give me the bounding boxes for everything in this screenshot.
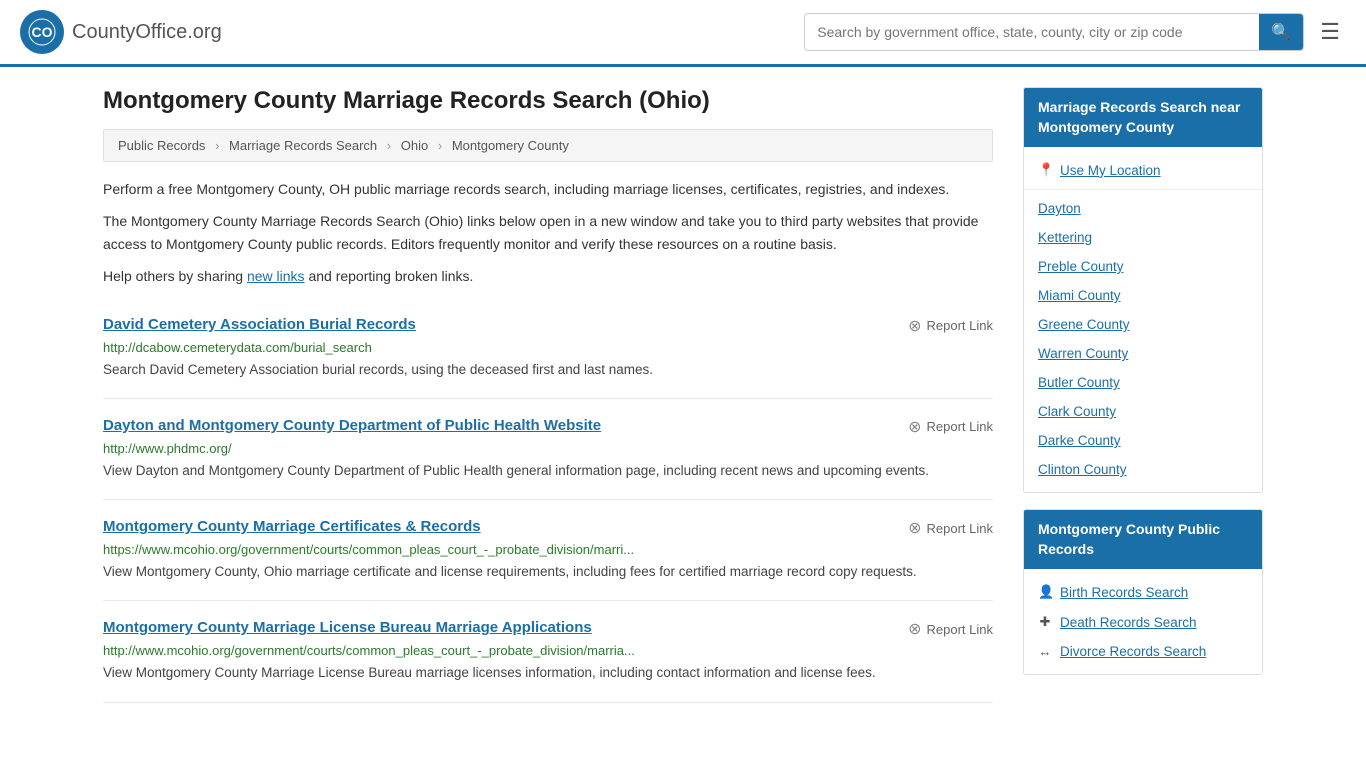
sidebar-item-use-my-location[interactable]: 📍 Use My Location (1024, 155, 1262, 185)
record-title[interactable]: Montgomery County Marriage Certificates … (103, 518, 481, 535)
sidebar-item-label: Birth Records Search (1060, 585, 1188, 600)
intro-paragraph-3: Help others by sharing new links and rep… (103, 265, 993, 287)
report-icon: ⊗ (908, 417, 921, 437)
person-icon: 👤 (1038, 584, 1052, 600)
breadcrumb-public-records[interactable]: Public Records (118, 138, 205, 153)
report-link[interactable]: ⊗ Report Link (908, 518, 993, 538)
record-header: Montgomery County Marriage License Burea… (103, 619, 993, 639)
record-item: David Cemetery Association Burial Record… (103, 298, 993, 399)
record-item: Dayton and Montgomery County Department … (103, 399, 993, 500)
public-records-section-body: 👤 Birth Records Search ✚ Death Records S… (1024, 569, 1262, 674)
record-url[interactable]: https://www.mcohio.org/government/courts… (103, 542, 993, 557)
sidebar-item-butler-county[interactable]: Butler County (1024, 368, 1262, 397)
main-content: Montgomery County Marriage Records Searc… (103, 87, 993, 703)
intro-paragraph-1: Perform a free Montgomery County, OH pub… (103, 178, 993, 200)
records-list: David Cemetery Association Burial Record… (103, 298, 993, 703)
svg-text:CO: CO (32, 24, 53, 40)
record-header: Dayton and Montgomery County Department … (103, 417, 993, 437)
sidebar-item-label: Dayton (1038, 201, 1081, 216)
location-pin-icon: 📍 (1038, 162, 1052, 178)
breadcrumb-marriage-records[interactable]: Marriage Records Search (229, 138, 377, 153)
hamburger-menu-icon[interactable]: ☰ (1314, 13, 1346, 51)
breadcrumb-ohio[interactable]: Ohio (401, 138, 428, 153)
sidebar-item-label: Clinton County (1038, 462, 1127, 477)
breadcrumb-montgomery[interactable]: Montgomery County (452, 138, 569, 153)
sidebar-item-preble-county[interactable]: Preble County (1024, 252, 1262, 281)
record-desc: Search David Cemetery Association burial… (103, 360, 993, 380)
record-desc: View Montgomery County, Ohio marriage ce… (103, 562, 993, 582)
record-url[interactable]: http://dcabow.cemeterydata.com/burial_se… (103, 340, 993, 355)
sidebar-item-label: Death Records Search (1060, 615, 1197, 630)
sidebar-divider (1024, 189, 1262, 190)
sidebar-item-miami-county[interactable]: Miami County (1024, 281, 1262, 310)
header-right: 🔍 ☰ (804, 13, 1346, 51)
record-title[interactable]: Dayton and Montgomery County Department … (103, 417, 601, 434)
arrow-icon: ↔ (1038, 644, 1052, 659)
sidebar-item-label: Greene County (1038, 317, 1130, 332)
sidebar-item-label: Divorce Records Search (1060, 644, 1206, 659)
report-icon: ⊗ (908, 619, 921, 639)
sidebar-item-birth-records[interactable]: 👤 Birth Records Search (1024, 577, 1262, 607)
plus-icon: ✚ (1038, 614, 1052, 630)
sidebar-item-label: Warren County (1038, 346, 1128, 361)
report-icon: ⊗ (908, 518, 921, 538)
record-header: David Cemetery Association Burial Record… (103, 316, 993, 336)
nearby-section: Marriage Records Search near Montgomery … (1023, 87, 1263, 493)
sidebar-item-death-records[interactable]: ✚ Death Records Search (1024, 607, 1262, 637)
sidebar-item-clark-county[interactable]: Clark County (1024, 397, 1262, 426)
report-link[interactable]: ⊗ Report Link (908, 417, 993, 437)
sidebar-item-label: Preble County (1038, 259, 1124, 274)
record-item: Montgomery County Marriage License Burea… (103, 601, 993, 702)
logo[interactable]: CO CountyOffice.org (20, 10, 222, 54)
sidebar-item-kettering[interactable]: Kettering (1024, 223, 1262, 252)
intro-paragraph-2: The Montgomery County Marriage Records S… (103, 210, 993, 255)
record-url[interactable]: http://www.mcohio.org/government/courts/… (103, 643, 993, 658)
record-item: Montgomery County Marriage Certificates … (103, 500, 993, 601)
sidebar-item-label: Clark County (1038, 404, 1116, 419)
sidebar-item-label: Butler County (1038, 375, 1120, 390)
record-url[interactable]: http://www.phdmc.org/ (103, 441, 993, 456)
record-desc: View Montgomery County Marriage License … (103, 663, 993, 683)
page-title: Montgomery County Marriage Records Searc… (103, 87, 993, 115)
main-container: Montgomery County Marriage Records Searc… (83, 67, 1283, 723)
sidebar-item-clinton-county[interactable]: Clinton County (1024, 455, 1262, 484)
public-records-section: Montgomery County Public Records 👤 Birth… (1023, 509, 1263, 675)
record-desc: View Dayton and Montgomery County Depart… (103, 461, 993, 481)
report-link[interactable]: ⊗ Report Link (908, 316, 993, 336)
sidebar-item-label: Darke County (1038, 433, 1121, 448)
nearby-section-body: 📍 Use My Location Dayton Kettering Prebl… (1024, 147, 1262, 492)
sidebar-item-dayton[interactable]: Dayton (1024, 194, 1262, 223)
sidebar-item-label: Kettering (1038, 230, 1092, 245)
search-button[interactable]: 🔍 (1259, 14, 1303, 50)
new-links-link[interactable]: new links (247, 268, 305, 284)
sidebar: Marriage Records Search near Montgomery … (1023, 87, 1263, 703)
site-header: CO CountyOffice.org 🔍 ☰ (0, 0, 1366, 67)
sidebar-item-divorce-records[interactable]: ↔ Divorce Records Search (1024, 637, 1262, 666)
report-link[interactable]: ⊗ Report Link (908, 619, 993, 639)
sidebar-item-warren-county[interactable]: Warren County (1024, 339, 1262, 368)
nearby-section-header: Marriage Records Search near Montgomery … (1024, 88, 1262, 147)
record-title[interactable]: Montgomery County Marriage License Burea… (103, 619, 592, 636)
public-records-section-header: Montgomery County Public Records (1024, 510, 1262, 569)
search-input[interactable] (805, 16, 1259, 48)
logo-icon: CO (20, 10, 64, 54)
sidebar-item-label: Use My Location (1060, 163, 1161, 178)
sidebar-item-darke-county[interactable]: Darke County (1024, 426, 1262, 455)
record-header: Montgomery County Marriage Certificates … (103, 518, 993, 538)
record-title[interactable]: David Cemetery Association Burial Record… (103, 316, 416, 333)
breadcrumb: Public Records › Marriage Records Search… (103, 129, 993, 162)
sidebar-item-label: Miami County (1038, 288, 1121, 303)
search-bar: 🔍 (804, 13, 1304, 51)
logo-text: CountyOffice.org (72, 21, 222, 44)
sidebar-item-greene-county[interactable]: Greene County (1024, 310, 1262, 339)
report-icon: ⊗ (908, 316, 921, 336)
